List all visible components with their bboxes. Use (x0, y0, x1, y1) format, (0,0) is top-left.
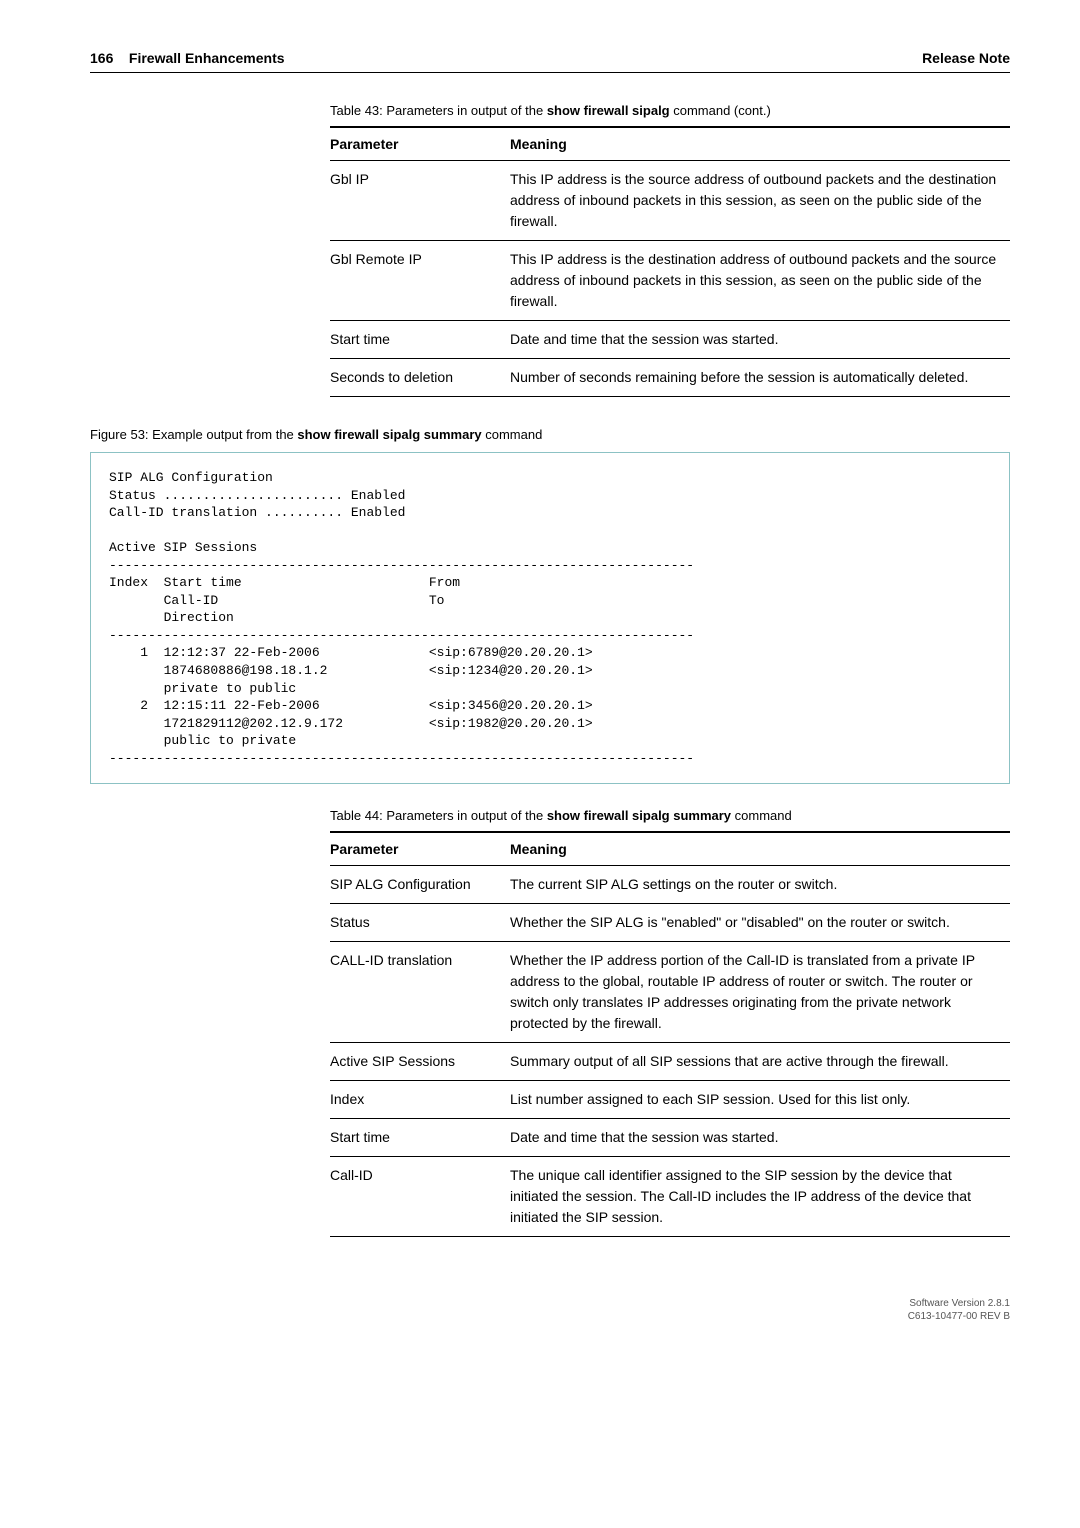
table-row: Gbl Remote IPThis IP address is the dest… (330, 241, 1010, 321)
param-meaning: This IP address is the source address of… (510, 161, 1010, 241)
figure53-caption: Figure 53: Example output from the show … (90, 427, 1010, 442)
section-title: Firewall Enhancements (129, 50, 285, 66)
param-name: Start time (330, 1119, 510, 1157)
header-right: Release Note (922, 50, 1010, 66)
table-row: StatusWhether the SIP ALG is "enabled" o… (330, 904, 1010, 942)
caption-text: Table 43: Parameters in output of the (330, 103, 547, 118)
param-name: Start time (330, 321, 510, 359)
param-meaning: Number of seconds remaining before the s… (510, 359, 1010, 397)
table-row: Gbl IPThis IP address is the source addr… (330, 161, 1010, 241)
param-name: Call-ID (330, 1157, 510, 1237)
param-name: Active SIP Sessions (330, 1043, 510, 1081)
param-name: CALL-ID translation (330, 942, 510, 1043)
param-name: Gbl Remote IP (330, 241, 510, 321)
table-row: Start timeDate and time that the session… (330, 1119, 1010, 1157)
caption-suffix: command (482, 427, 543, 442)
param-meaning: This IP address is the destination addre… (510, 241, 1010, 321)
param-name: Seconds to deletion (330, 359, 510, 397)
caption-bold: show firewall sipalg (547, 103, 670, 118)
table-row: CALL-ID translationWhether the IP addres… (330, 942, 1010, 1043)
table-row: Active SIP SessionsSummary output of all… (330, 1043, 1010, 1081)
param-meaning: Whether the IP address portion of the Ca… (510, 942, 1010, 1043)
table-row: IndexList number assigned to each SIP se… (330, 1081, 1010, 1119)
param-meaning: Date and time that the session was start… (510, 1119, 1010, 1157)
param-name: SIP ALG Configuration (330, 866, 510, 904)
caption-suffix: command (cont.) (670, 103, 771, 118)
param-name: Gbl IP (330, 161, 510, 241)
param-meaning: The unique call identifier assigned to t… (510, 1157, 1010, 1237)
table-row: Start timeDate and time that the session… (330, 321, 1010, 359)
page-number: 166 (90, 50, 113, 66)
table-row: Call-IDThe unique call identifier assign… (330, 1157, 1010, 1237)
page-header: 166 Firewall Enhancements Release Note (90, 50, 1010, 73)
figure53-code: SIP ALG Configuration Status ...........… (90, 452, 1010, 784)
table44-col2: Meaning (510, 832, 1010, 866)
param-meaning: The current SIP ALG settings on the rout… (510, 866, 1010, 904)
table44-caption: Table 44: Parameters in output of the sh… (330, 808, 1010, 823)
param-name: Status (330, 904, 510, 942)
param-meaning: List number assigned to each SIP session… (510, 1081, 1010, 1119)
param-meaning: Summary output of all SIP sessions that … (510, 1043, 1010, 1081)
table43-col1: Parameter (330, 127, 510, 161)
caption-text: Table 44: Parameters in output of the (330, 808, 547, 823)
footer-line2: C613-10477-00 REV B (90, 1310, 1010, 1323)
table43-caption: Table 43: Parameters in output of the sh… (330, 103, 1010, 118)
header-left: 166 Firewall Enhancements (90, 50, 285, 66)
param-name: Index (330, 1081, 510, 1119)
caption-suffix: command (731, 808, 792, 823)
table-row: Seconds to deletionNumber of seconds rem… (330, 359, 1010, 397)
footer-line1: Software Version 2.8.1 (90, 1297, 1010, 1310)
table43: Parameter Meaning Gbl IPThis IP address … (330, 126, 1010, 397)
page-footer: Software Version 2.8.1 C613-10477-00 REV… (90, 1297, 1010, 1323)
param-meaning: Whether the SIP ALG is "enabled" or "dis… (510, 904, 1010, 942)
table44-col1: Parameter (330, 832, 510, 866)
param-meaning: Date and time that the session was start… (510, 321, 1010, 359)
table44: Parameter Meaning SIP ALG ConfigurationT… (330, 831, 1010, 1237)
caption-bold: show firewall sipalg summary (297, 427, 481, 442)
caption-bold: show firewall sipalg summary (547, 808, 731, 823)
table43-col2: Meaning (510, 127, 1010, 161)
table-row: SIP ALG ConfigurationThe current SIP ALG… (330, 866, 1010, 904)
caption-text: Figure 53: Example output from the (90, 427, 297, 442)
